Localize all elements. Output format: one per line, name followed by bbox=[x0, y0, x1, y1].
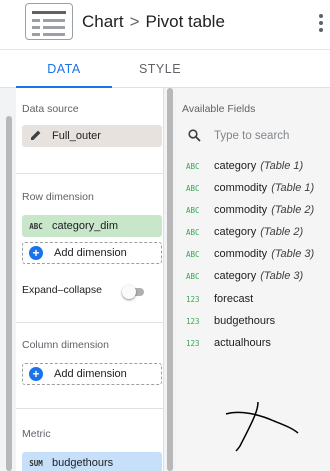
field-name: budgethours bbox=[214, 315, 276, 327]
field-name: commodity bbox=[214, 182, 268, 194]
column-dimension-label: Column dimension bbox=[22, 339, 109, 351]
data-source-name: Full_outer bbox=[52, 130, 101, 142]
field-table: (Table 2) bbox=[271, 204, 315, 216]
available-fields-title: Available Fields bbox=[182, 103, 256, 115]
available-fields-panel: Available Fields ABC category (Table 1) … bbox=[176, 88, 330, 471]
field-search-input[interactable] bbox=[214, 126, 324, 146]
field-table: (Table 3) bbox=[271, 248, 315, 260]
field-item[interactable]: ABC commodity (Table 1) bbox=[186, 180, 314, 196]
setup-panel-scrollbar[interactable] bbox=[167, 88, 173, 471]
field-table: (Table 1) bbox=[260, 160, 304, 172]
field-item[interactable]: ABC commodity (Table 3) bbox=[186, 246, 314, 262]
divider bbox=[16, 322, 163, 323]
field-table: (Table 1) bbox=[271, 182, 315, 194]
field-item[interactable]: ABC commodity (Table 2) bbox=[186, 202, 314, 218]
field-search bbox=[186, 126, 326, 146]
field-name: commodity bbox=[214, 248, 268, 260]
field-item[interactable]: ABC category (Table 3) bbox=[186, 268, 303, 284]
tab-bar: DATA STYLE bbox=[0, 50, 330, 89]
add-dimension-label: Add dimension bbox=[54, 368, 127, 380]
field-item[interactable]: 123 actualhours bbox=[186, 335, 271, 351]
data-source-label: Data source bbox=[22, 103, 79, 115]
add-dimension-label: Add dimension bbox=[54, 247, 127, 259]
metric-name: budgethours bbox=[52, 457, 114, 469]
tab-style[interactable]: STYLE bbox=[112, 50, 208, 88]
search-icon bbox=[188, 129, 201, 142]
field-name: commodity bbox=[214, 204, 268, 216]
sum-type-badge: SUM bbox=[29, 458, 43, 468]
field-name: category bbox=[214, 270, 257, 282]
field-type-badge: 123 bbox=[186, 294, 200, 304]
expand-collapse-label: Expand–collapse bbox=[22, 284, 102, 296]
handwritten-annotation bbox=[225, 401, 299, 452]
field-table: (Table 3) bbox=[260, 270, 304, 282]
panel-header: Chart > Pivot table bbox=[0, 0, 330, 50]
chart-type-title: Pivot table bbox=[145, 12, 225, 31]
add-column-dimension-button[interactable]: + Add dimension bbox=[22, 363, 162, 385]
plus-icon: + bbox=[29, 246, 43, 260]
field-name: category bbox=[214, 160, 257, 172]
field-type-badge: ABC bbox=[186, 205, 200, 215]
field-item[interactable]: 123 budgethours bbox=[186, 313, 275, 329]
field-item[interactable]: 123 forecast bbox=[186, 291, 253, 307]
middle-scroll-gutter bbox=[164, 88, 176, 471]
field-table: (Table 2) bbox=[260, 226, 304, 238]
pivot-table-icon[interactable] bbox=[25, 3, 73, 40]
field-type-badge: ABC bbox=[186, 161, 200, 171]
metric-chip[interactable]: SUM budgethours bbox=[22, 452, 162, 471]
row-dimension-chip[interactable]: ABC category_dim bbox=[22, 215, 162, 237]
more-vert-icon[interactable] bbox=[318, 14, 324, 34]
data-source-chip[interactable]: Full_outer bbox=[22, 125, 162, 147]
add-row-dimension-button[interactable]: + Add dimension bbox=[22, 242, 162, 264]
left-scrollbar[interactable] bbox=[6, 116, 12, 471]
field-type-badge: ABC bbox=[186, 227, 200, 237]
row-dimension-label: Row dimension bbox=[22, 191, 94, 203]
tab-data[interactable]: DATA bbox=[16, 50, 112, 89]
metric-label: Metric bbox=[22, 428, 51, 440]
expand-collapse-toggle[interactable] bbox=[122, 285, 146, 299]
field-type-badge: ABC bbox=[186, 271, 200, 281]
divider bbox=[16, 173, 163, 174]
left-scroll-gutter bbox=[0, 88, 16, 471]
field-name: actualhours bbox=[214, 337, 271, 349]
field-item[interactable]: ABC category (Table 2) bbox=[186, 224, 303, 240]
pencil-icon[interactable] bbox=[22, 129, 50, 143]
field-type-badge: 123 bbox=[186, 338, 200, 348]
breadcrumb-separator: > bbox=[129, 12, 140, 31]
field-type-badge: ABC bbox=[186, 183, 200, 193]
row-dimension-name: category_dim bbox=[52, 220, 119, 232]
field-name: forecast bbox=[214, 293, 254, 305]
field-type-badge: ABC bbox=[186, 249, 200, 259]
plus-icon: + bbox=[29, 367, 43, 381]
page-title: Chart > Pivot table bbox=[82, 12, 225, 32]
field-type-badge: 123 bbox=[186, 316, 200, 326]
divider bbox=[16, 408, 163, 409]
setup-panel: Data source Full_outer Row dimension ABC… bbox=[16, 88, 164, 471]
breadcrumb-chart: Chart bbox=[82, 12, 124, 31]
field-name: category bbox=[214, 226, 257, 238]
field-item[interactable]: ABC category (Table 1) bbox=[186, 158, 303, 174]
text-type-badge: ABC bbox=[29, 221, 43, 231]
